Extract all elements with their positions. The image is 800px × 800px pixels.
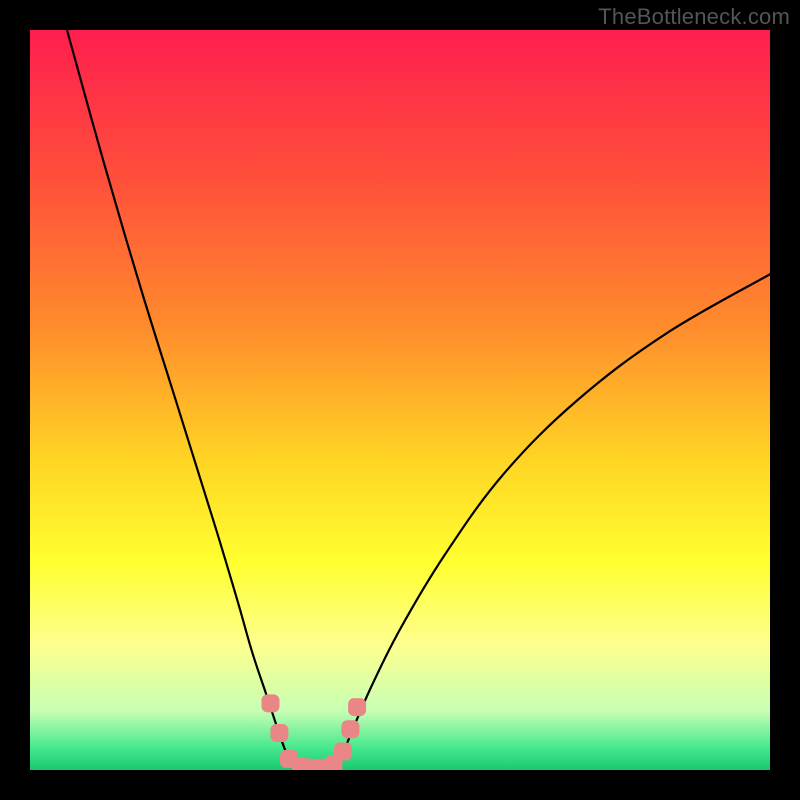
watermark-text: TheBottleneck.com xyxy=(598,4,790,30)
data-marker xyxy=(341,720,359,738)
data-marker xyxy=(270,724,288,742)
data-markers xyxy=(262,694,367,770)
data-marker xyxy=(348,698,366,716)
data-marker xyxy=(334,743,352,761)
plot-area xyxy=(30,30,770,770)
chart-frame: TheBottleneck.com xyxy=(0,0,800,800)
curve-layer xyxy=(30,30,770,770)
bottleneck-curve xyxy=(67,30,770,770)
data-marker xyxy=(262,694,280,712)
